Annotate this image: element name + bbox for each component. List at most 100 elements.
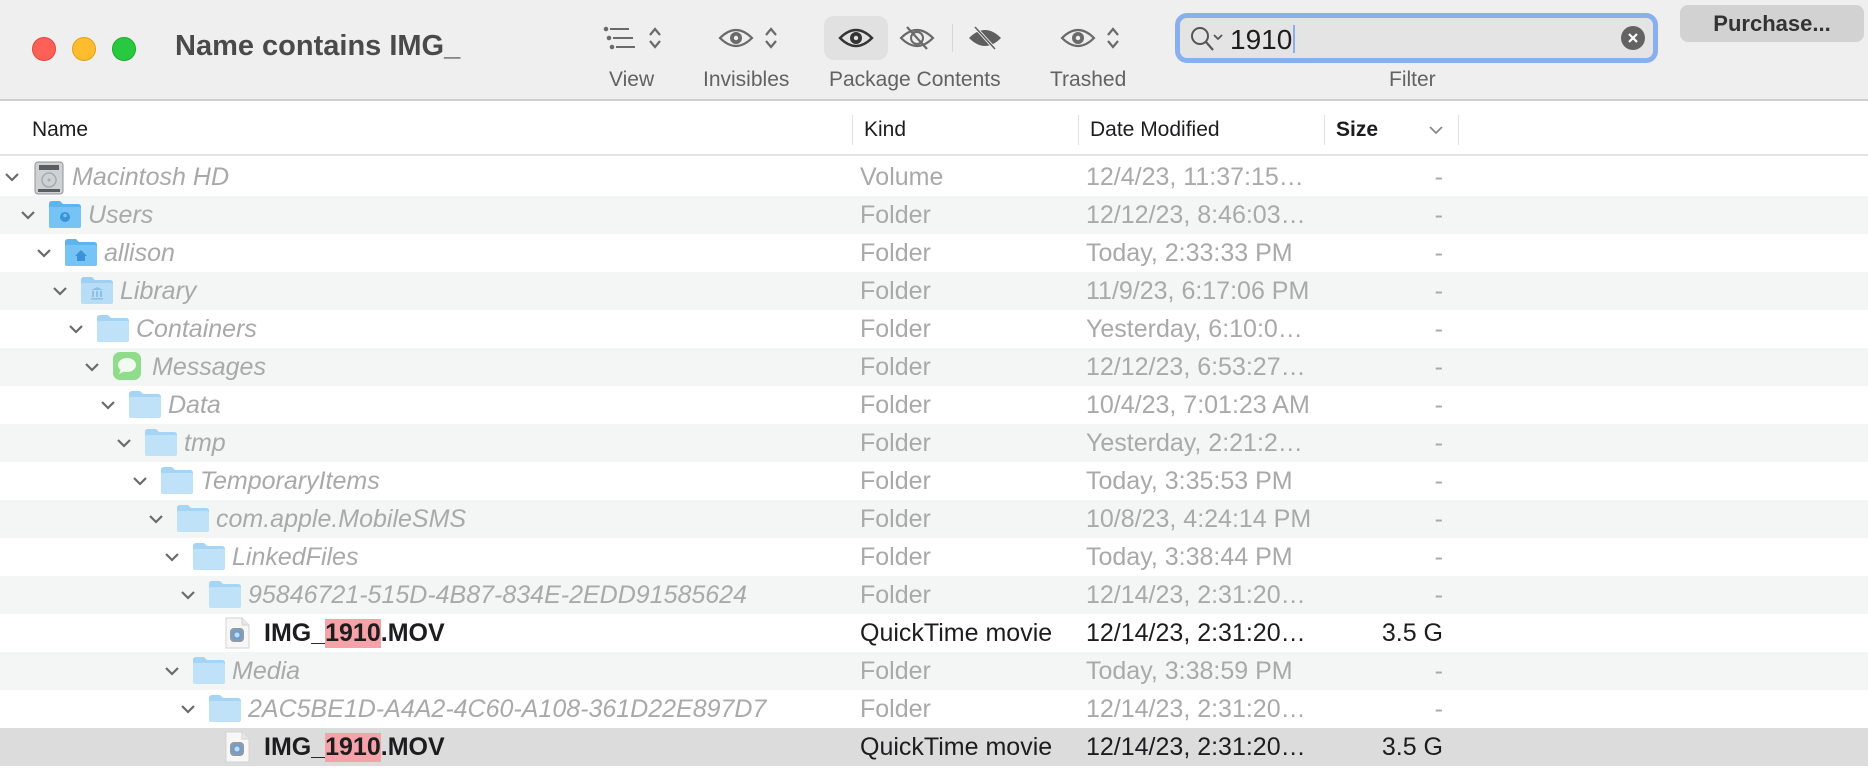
folder-row[interactable]: 2AC5BE1D-A4A2-4C60-A108-361D22E897D7 Fold…: [0, 690, 1868, 728]
folder-row[interactable]: Library Folder 11/9/23, 6:17:06 PM -: [0, 272, 1868, 310]
item-name: IMG_ 1910 .MOV: [264, 728, 445, 766]
column-divider[interactable]: [1458, 115, 1459, 145]
invisibles-control[interactable]: [716, 16, 780, 60]
filter-search-field[interactable]: 1910: [1175, 13, 1658, 63]
item-kind: QuickTime movie: [860, 732, 1053, 761]
item-name: Messages: [152, 352, 266, 381]
folder-row[interactable]: LinkedFiles Folder Today, 3:38:44 PM -: [0, 538, 1868, 576]
quicktime-movie-icon: [224, 731, 258, 763]
folder-row[interactable]: allison Folder Today, 2:33:33 PM -: [0, 234, 1868, 272]
item-name: Library: [120, 276, 197, 305]
disclosure-chevron-down-icon[interactable]: [18, 205, 38, 225]
item-date-modified: Today, 3:38:59 PM: [1086, 656, 1293, 685]
users-folder-icon: [48, 199, 82, 229]
search-input[interactable]: 1910: [1230, 24, 1296, 56]
view-control[interactable]: [600, 16, 664, 60]
folder-row[interactable]: TemporaryItems Folder Today, 3:35:53 PM -: [0, 462, 1868, 500]
item-size: -: [1434, 352, 1443, 381]
disclosure-chevron-down-icon[interactable]: [162, 661, 182, 681]
column-kind[interactable]: Kind: [864, 103, 906, 156]
disclosure-chevron-down-icon[interactable]: [82, 357, 102, 377]
up-down-chevron-icon[interactable]: [1104, 25, 1122, 51]
folder-row[interactable]: tmp Folder Yesterday, 2:21:2… -: [0, 424, 1868, 462]
item-kind: Folder: [860, 694, 931, 723]
item-date-modified: 12/4/23, 11:37:15…: [1086, 162, 1304, 191]
name-suffix: .MOV: [380, 732, 445, 761]
item-date-modified: 12/14/23, 2:31:20…: [1086, 732, 1306, 761]
item-kind: Volume: [860, 162, 944, 191]
item-kind: QuickTime movie: [860, 618, 1053, 647]
view-label: View: [609, 68, 655, 91]
column-divider[interactable]: [1078, 115, 1079, 145]
item-date-modified: 12/14/23, 2:31:20…: [1086, 618, 1306, 647]
folder-row[interactable]: Data Folder 10/4/23, 7:01:23 AM -: [0, 386, 1868, 424]
file-row[interactable]: IMG_ 1910 .MOV QuickTime movie 12/14/23, 2:3…: [0, 614, 1868, 652]
folder-row[interactable]: Media Folder Today, 3:38:59 PM -: [0, 652, 1868, 690]
hide-package-contents-button[interactable]: [888, 16, 946, 60]
minimize-window-button[interactable]: [72, 37, 96, 61]
sort-descending-icon[interactable]: [1428, 103, 1444, 156]
folder-icon: [208, 579, 242, 609]
disclosure-chevron-down-icon[interactable]: [2, 167, 22, 187]
disclosure-chevron-down-icon[interactable]: [50, 281, 70, 301]
up-down-chevron-icon[interactable]: [646, 25, 664, 51]
name-suffix: .MOV: [380, 618, 445, 647]
column-divider[interactable]: [852, 115, 853, 145]
disclosure-chevron-down-icon[interactable]: [114, 433, 134, 453]
messages-app-icon: [112, 351, 146, 381]
item-size: -: [1434, 656, 1443, 685]
folder-row[interactable]: 95846721-515D-4B87-834E-2EDD91585624 Fold…: [0, 576, 1868, 614]
list-view-icon[interactable]: [600, 16, 640, 60]
package-contents-control[interactable]: [824, 16, 1011, 60]
show-package-contents-button[interactable]: [824, 16, 888, 60]
item-name: Containers: [136, 314, 257, 343]
eye-icon[interactable]: [716, 16, 756, 60]
trashed-control[interactable]: [1058, 16, 1122, 60]
close-window-button[interactable]: [32, 37, 56, 61]
item-kind: Folder: [860, 238, 931, 267]
file-row[interactable]: IMG_ 1910 .MOV QuickTime movie 12/14/23, 2:3…: [0, 728, 1868, 766]
search-input-value: 1910: [1230, 24, 1293, 55]
column-size[interactable]: Size: [1336, 103, 1378, 156]
folder-row[interactable]: Messages Folder 12/12/23, 6:53:27… -: [0, 348, 1868, 386]
disclosure-chevron-down-icon[interactable]: [130, 471, 150, 491]
disclosure-chevron-down-icon[interactable]: [34, 243, 54, 263]
disclosure-chevron-down-icon[interactable]: [98, 395, 118, 415]
package-contents-label: Package Contents: [829, 68, 1001, 91]
disclosure-chevron-down-icon[interactable]: [146, 509, 166, 529]
eye-slash-filled-icon[interactable]: [959, 16, 1011, 60]
disclosure-chevron-down-icon[interactable]: [162, 547, 182, 567]
disclosure-chevron-down-icon[interactable]: [178, 699, 198, 719]
item-kind: Folder: [860, 314, 931, 343]
folder-row[interactable]: Macintosh HD Volume 12/4/23, 11:37:15… -: [0, 158, 1868, 196]
purchase-button[interactable]: Purchase...: [1680, 5, 1864, 42]
search-match-highlight: 1910: [325, 732, 381, 762]
trashed-label: Trashed: [1050, 68, 1127, 91]
disclosure-chevron-down-icon[interactable]: [66, 319, 86, 339]
item-kind: Folder: [860, 200, 931, 229]
item-size: -: [1434, 162, 1443, 191]
eye-icon[interactable]: [1058, 16, 1098, 60]
up-down-chevron-icon[interactable]: [762, 25, 780, 51]
column-date-modified[interactable]: Date Modified: [1090, 103, 1220, 156]
folder-row[interactable]: Users Folder 12/12/23, 8:46:03… -: [0, 196, 1868, 234]
invisibles-label: Invisibles: [703, 68, 790, 91]
library-folder-icon: [80, 275, 114, 305]
column-divider[interactable]: [1324, 115, 1325, 145]
clear-search-icon[interactable]: [1621, 26, 1645, 50]
zoom-window-button[interactable]: [112, 37, 136, 61]
search-icon[interactable]: [1188, 24, 1228, 59]
item-size: -: [1434, 314, 1443, 343]
folder-icon: [208, 693, 242, 723]
item-date-modified: 10/4/23, 7:01:23 AM: [1086, 390, 1310, 419]
disclosure-chevron-down-icon[interactable]: [178, 585, 198, 605]
folder-row[interactable]: Containers Folder Yesterday, 6:10:0… -: [0, 310, 1868, 348]
column-name[interactable]: Name: [32, 103, 88, 156]
text-caret: [1293, 25, 1296, 53]
item-name: 2AC5BE1D-A4A2-4C60-A108-361D22E897D7: [248, 694, 767, 723]
window-title: Name contains IMG_: [175, 30, 461, 62]
item-kind: Folder: [860, 276, 931, 305]
folder-icon: [192, 541, 226, 571]
item-name: allison: [104, 238, 175, 267]
folder-row[interactable]: com.apple.MobileSMS Folder 10/8/23, 4:24:1…: [0, 500, 1868, 538]
